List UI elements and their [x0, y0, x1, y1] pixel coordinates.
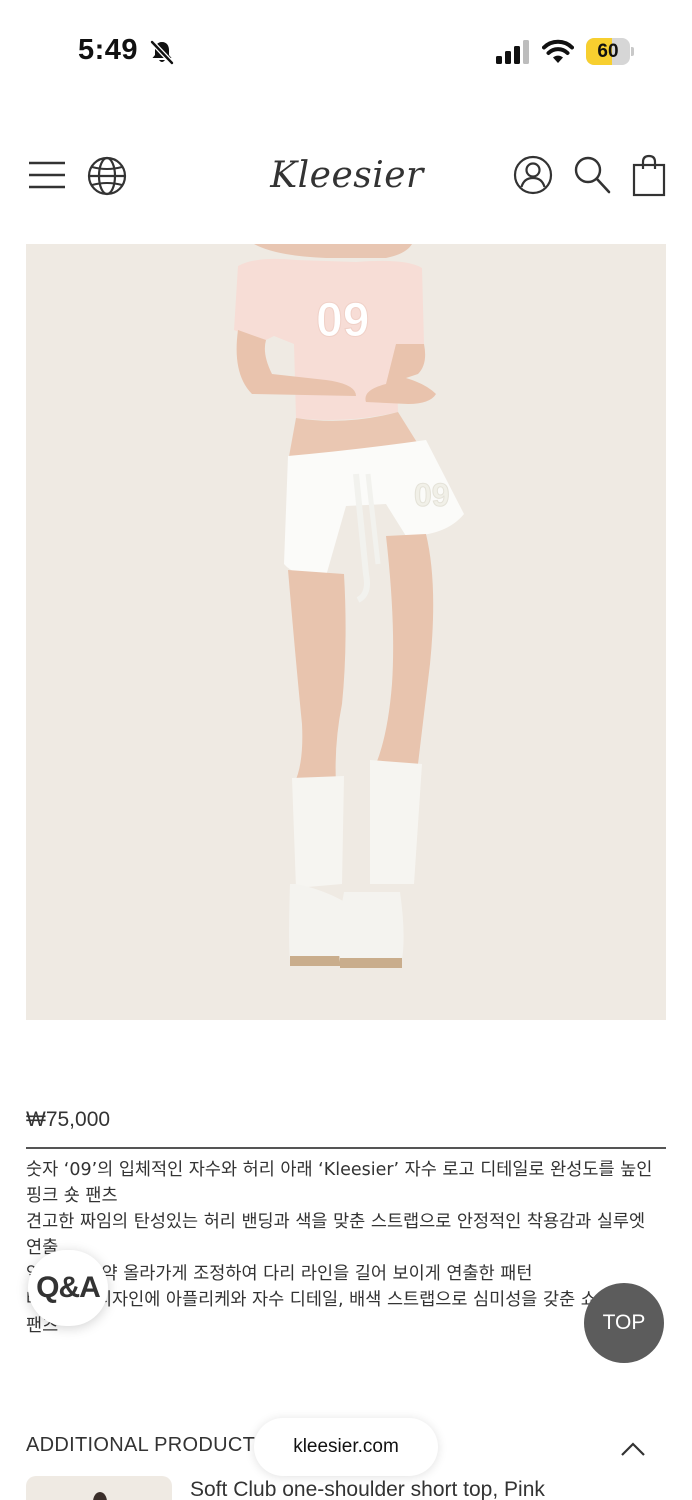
product-image[interactable]: 09 09 [26, 244, 666, 1020]
bell-slash-icon [150, 40, 174, 65]
user-icon[interactable] [512, 154, 554, 196]
additional-product-title[interactable]: ADDITIONAL PRODUCT [26, 1434, 255, 1457]
battery-body: 60 [586, 38, 630, 65]
price-divider [26, 1147, 666, 1149]
status-time: 5:49 [78, 34, 139, 66]
cellular-signal-icon [496, 40, 529, 64]
hamburger-menu-icon[interactable] [28, 160, 66, 190]
battery-level: 60 [597, 41, 619, 62]
battery-icon: 60 [586, 38, 634, 65]
description-line: 핑크 숏 팬츠 [26, 1186, 118, 1206]
product-description: 숫자 ‘09’의 입체적인 자수와 허리 아래 ‘Kleesier’ 자수 로고… [26, 1157, 666, 1339]
status-bar: 5:49 60 [0, 0, 692, 100]
additional-product-thumbnail[interactable] [26, 1476, 172, 1500]
chevron-up-icon[interactable] [620, 1440, 646, 1458]
description-line: 견고한 짜임의 탄성있는 허리 밴딩과 색을 맞춘 스트랩으로 안정적인 착용감… [26, 1212, 646, 1232]
brand-logo[interactable]: Kleesier [262, 148, 432, 204]
shopping-bag-icon[interactable] [632, 153, 666, 197]
model-illustration: 09 09 [234, 244, 464, 968]
svg-text:09: 09 [316, 294, 369, 347]
svg-text:09: 09 [414, 477, 450, 513]
wifi-icon [542, 39, 574, 63]
search-icon[interactable] [572, 154, 612, 196]
site-header: Kleesier [0, 140, 692, 210]
scroll-top-button[interactable]: TOP [584, 1283, 664, 1363]
qa-button[interactable]: Q&A [28, 1250, 108, 1326]
thumbnail-illustration [93, 1492, 107, 1500]
description-line: 숫자 ‘09’의 입체적인 자수와 허리 아래 ‘Kleesier’ 자수 로고… [26, 1160, 653, 1180]
description-line: 베이직한 디자인에 아플리케와 자수 디테일, 배색 스트랩으로 심미성을 갖춘… [26, 1290, 613, 1310]
globe-icon[interactable] [86, 155, 128, 197]
description-line: 팬츠 [26, 1316, 59, 1336]
battery-nub [631, 47, 634, 56]
description-line: 연출 [26, 1238, 59, 1258]
product-price: ₩75,000 [26, 1108, 111, 1131]
description-line: 옆 트임을 약 올라가게 조정하여 다리 라인을 길어 보이게 연출한 패턴 [26, 1264, 533, 1284]
additional-product-name[interactable]: Soft Club one-shoulder short top, Pink [190, 1478, 545, 1500]
url-bar[interactable]: kleesier.com [254, 1418, 438, 1476]
